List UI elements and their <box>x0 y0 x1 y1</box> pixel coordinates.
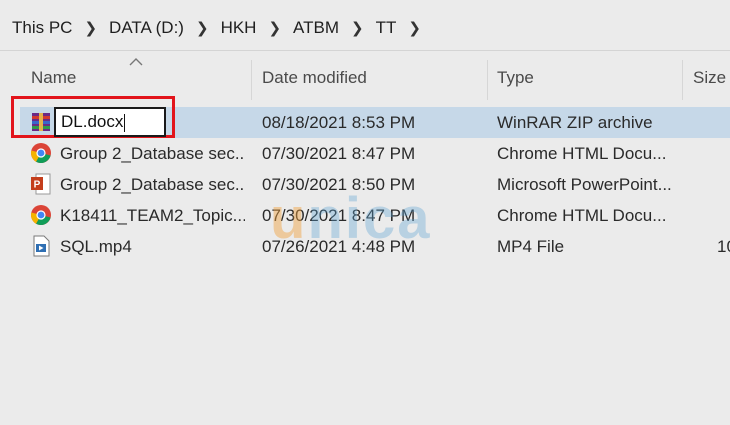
rename-input[interactable]: DL.docx <box>54 107 166 137</box>
column-divider[interactable] <box>487 60 488 100</box>
svg-text:P: P <box>34 180 41 191</box>
chevron-right-icon[interactable]: ❯ <box>396 19 421 37</box>
sort-ascending-icon <box>129 58 143 66</box>
file-name: Group 2_Database sec... <box>60 175 245 194</box>
chevron-right-icon[interactable]: ❯ <box>256 19 281 37</box>
file-size <box>717 107 730 138</box>
column-type[interactable]: Type <box>497 56 534 100</box>
mp4-icon <box>33 235 50 257</box>
column-divider[interactable] <box>251 60 252 100</box>
rename-value: DL.docx <box>61 112 124 131</box>
breadcrumb-this-pc[interactable]: This PC <box>0 18 72 38</box>
file-name: SQL.mp4 <box>60 237 132 256</box>
breadcrumb-atbm[interactable]: ATBM <box>281 18 339 38</box>
breadcrumb: This PC ❯ DATA (D:) ❯ HKH ❯ ATBM ❯ TT ❯ <box>0 0 730 56</box>
breadcrumb-tt[interactable]: TT <box>364 18 397 38</box>
column-divider[interactable] <box>682 60 683 100</box>
file-type: WinRAR ZIP archive <box>497 113 653 132</box>
file-size: 10 <box>717 237 730 256</box>
file-type: Chrome HTML Docu... <box>497 144 667 163</box>
file-size <box>717 200 730 231</box>
file-name: Group 2_Database sec... <box>60 144 245 163</box>
file-type: Microsoft PowerPoint... <box>497 175 672 194</box>
file-date: 07/30/2021 8:47 PM <box>262 144 416 163</box>
text-caret <box>124 113 126 132</box>
file-name: K18411_TEAM2_Topic... <box>60 206 245 225</box>
chrome-icon <box>31 205 51 225</box>
column-size[interactable]: Size <box>693 56 726 100</box>
chevron-right-icon[interactable]: ❯ <box>184 19 209 37</box>
file-date: 08/18/2021 8:53 PM <box>262 113 416 132</box>
breadcrumb-divider <box>0 50 730 51</box>
column-header: Name Date modified Type Size <box>0 56 730 100</box>
column-date-modified[interactable]: Date modified <box>262 56 367 100</box>
breadcrumb-hkh[interactable]: HKH <box>209 18 257 38</box>
chevron-right-icon[interactable]: ❯ <box>339 19 364 37</box>
chevron-right-icon[interactable]: ❯ <box>72 19 97 37</box>
file-size <box>717 169 730 200</box>
watermark-logo: unica <box>270 186 432 251</box>
file-row[interactable]: Group 2_Database sec... 07/30/2021 8:47 … <box>20 138 730 169</box>
file-size <box>717 138 730 169</box>
chrome-icon <box>31 143 51 163</box>
column-name[interactable]: Name <box>31 56 76 100</box>
file-type: Chrome HTML Docu... <box>497 206 667 225</box>
breadcrumb-data-drive[interactable]: DATA (D:) <box>97 18 184 38</box>
powerpoint-icon: P <box>31 173 51 195</box>
file-type: MP4 File <box>497 237 565 256</box>
